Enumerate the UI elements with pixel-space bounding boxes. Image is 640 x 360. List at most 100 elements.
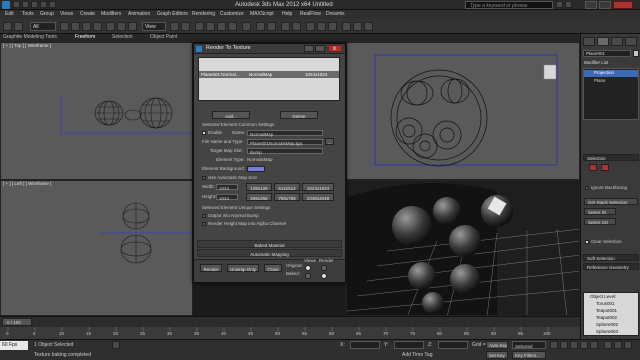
lock-selection-icon[interactable]	[112, 341, 120, 349]
pan-icon[interactable]	[614, 341, 622, 349]
track-bar[interactable]: 0 5 10 15 20 25 30 35 40 45 50 55 60 65 …	[0, 327, 580, 339]
material-editor-icon[interactable]	[328, 22, 337, 31]
search-field[interactable]: Type a keyword or phrase	[465, 1, 553, 9]
menu-group[interactable]: Group	[40, 12, 54, 17]
tab-object-paint[interactable]: Object Paint	[150, 35, 177, 40]
app-logo-icon[interactable]	[2, 1, 10, 9]
tab-selection[interactable]: Selection	[112, 35, 133, 40]
dialog-close-button[interactable]: x	[328, 45, 342, 52]
size-1024-button[interactable]: 1024x1024	[302, 183, 334, 191]
size-2048-button[interactable]: 2048x2048	[302, 193, 334, 201]
ref-object-item[interactable]: Sphere002	[596, 322, 618, 328]
clear-selection-checkbox[interactable]	[585, 240, 589, 244]
rotate-icon[interactable]	[117, 22, 126, 31]
element-list[interactable]: Plane001:Normal... NormalMap 1024x1024	[198, 57, 340, 101]
z-coordinate-field[interactable]	[438, 341, 468, 349]
key-mode-dropdown[interactable]: Selected	[512, 341, 546, 349]
render-baked-radio[interactable]	[321, 273, 327, 279]
set-key-button[interactable]: Set Key	[486, 351, 508, 359]
x-coordinate-field[interactable]	[350, 341, 380, 349]
render-setup-icon[interactable]	[342, 22, 351, 31]
menu-views[interactable]: Views	[60, 12, 73, 17]
reference-coord-dropdown[interactable]: View	[142, 22, 166, 31]
angle-snap-icon[interactable]	[206, 22, 215, 31]
undo-icon[interactable]	[40, 1, 47, 8]
unwrap-only-button[interactable]: Unwrap Only	[227, 264, 259, 272]
menu-animation[interactable]: Animation	[128, 12, 150, 17]
time-slider[interactable]: 0 / 100	[0, 316, 580, 327]
menu-tools[interactable]: Tools	[22, 12, 34, 17]
create-tab-icon[interactable]	[583, 37, 595, 46]
rendered-frame-icon[interactable]	[353, 22, 362, 31]
menu-rendering[interactable]: Rendering	[192, 12, 215, 17]
menu-realflow[interactable]: RealFlow	[300, 12, 321, 17]
hierarchy-tab-icon[interactable]	[611, 37, 623, 46]
views-baked-radio[interactable]	[305, 273, 311, 279]
redo-icon[interactable]	[49, 1, 56, 8]
menu-create[interactable]: Create	[80, 12, 95, 17]
mirror-icon[interactable]	[256, 22, 265, 31]
menu-help[interactable]: Help	[282, 12, 292, 17]
render-button[interactable]: Render	[200, 264, 222, 272]
size-768-button[interactable]: 768x768	[274, 193, 300, 201]
help-icon[interactable]	[565, 1, 572, 8]
automatic-mapping-rollout[interactable]: Automatic Mapping	[197, 249, 342, 257]
search-icon[interactable]	[556, 1, 563, 8]
auto-key-button[interactable]: Auto Key	[486, 341, 508, 349]
render-original-radio[interactable]	[321, 265, 327, 271]
previous-frame-icon[interactable]	[560, 341, 568, 349]
ref-object-item[interactable]: Teapot002	[596, 315, 617, 321]
spinner-snap-icon[interactable]	[228, 22, 237, 31]
add-element-button[interactable]: Add...	[212, 111, 250, 119]
file-name-field[interactable]: Plane001NormalsMap.tga	[247, 139, 323, 146]
baked-material-rollout[interactable]: Baked Material	[197, 240, 342, 248]
stack-item-plane[interactable]: Plane	[594, 78, 606, 84]
width-field[interactable]: 1024	[216, 184, 238, 191]
named-selection-icon[interactable]	[242, 22, 251, 31]
size-128-button[interactable]: 128x128	[246, 183, 272, 191]
open-icon[interactable]	[22, 1, 29, 8]
add-time-tag-button[interactable]: Add Time Tag	[402, 353, 432, 358]
ref-object-item[interactable]: Teapot001	[596, 308, 617, 314]
reference-geometry-rollout[interactable]: Reference Geometry	[583, 263, 639, 270]
motion-tab-icon[interactable]	[625, 37, 637, 46]
select-object-icon[interactable]	[60, 22, 69, 31]
modifier-list-dropdown[interactable]: Modifier List	[584, 60, 608, 66]
window-crossing-icon[interactable]	[93, 22, 102, 31]
object-color-swatch[interactable]	[633, 50, 639, 57]
maximize-button[interactable]	[599, 1, 611, 9]
layer-manager-icon[interactable]	[281, 22, 290, 31]
modify-tab-icon[interactable]	[597, 37, 609, 46]
get-stack-selection-button[interactable]: Get Stack Selection	[584, 198, 638, 205]
orbit-icon[interactable]	[624, 341, 632, 349]
viewport-perspective[interactable]	[346, 180, 580, 316]
menu-dreamix[interactable]: Dreamix	[326, 12, 345, 17]
tab-freeform[interactable]: Freeform	[75, 35, 95, 40]
new-icon[interactable]	[13, 1, 20, 8]
face-select-icon[interactable]	[589, 164, 597, 171]
stack-item-projection[interactable]: Projection	[584, 70, 638, 77]
dialog-maximize-button[interactable]	[315, 45, 325, 52]
curve-editor-icon[interactable]	[306, 22, 315, 31]
browse-button[interactable]: ...	[325, 138, 334, 145]
viewport-top[interactable]: [ + ] [ Top ] [ Wireframe ]	[0, 42, 193, 180]
menu-graph-editors[interactable]: Graph Editors	[157, 12, 188, 17]
menu-customize[interactable]: Customize	[220, 12, 244, 17]
render-production-icon[interactable]	[364, 22, 373, 31]
move-icon[interactable]	[106, 22, 115, 31]
render-height-alpha-checkbox[interactable]	[202, 222, 206, 226]
time-slider-handle[interactable]: 0 / 100	[2, 318, 32, 326]
selection-filter-dropdown[interactable]: All	[30, 22, 56, 31]
scale-icon[interactable]	[128, 22, 137, 31]
redo-toolbar-icon[interactable]	[14, 22, 23, 31]
element-list-row[interactable]: Plane001:Normal... NormalMap 1024x1024	[199, 71, 339, 78]
ref-object-item[interactable]: Sphere003	[596, 329, 618, 335]
select-id-button[interactable]: Select ID	[584, 208, 616, 215]
snaps-icon[interactable]	[195, 22, 204, 31]
percent-snap-icon[interactable]	[217, 22, 226, 31]
go-to-end-icon[interactable]	[590, 341, 598, 349]
manipulate-icon[interactable]	[181, 22, 190, 31]
delete-element-button[interactable]: Delete	[280, 111, 318, 119]
graphite-toggle-icon[interactable]	[292, 22, 301, 31]
zoom-icon[interactable]	[604, 341, 612, 349]
